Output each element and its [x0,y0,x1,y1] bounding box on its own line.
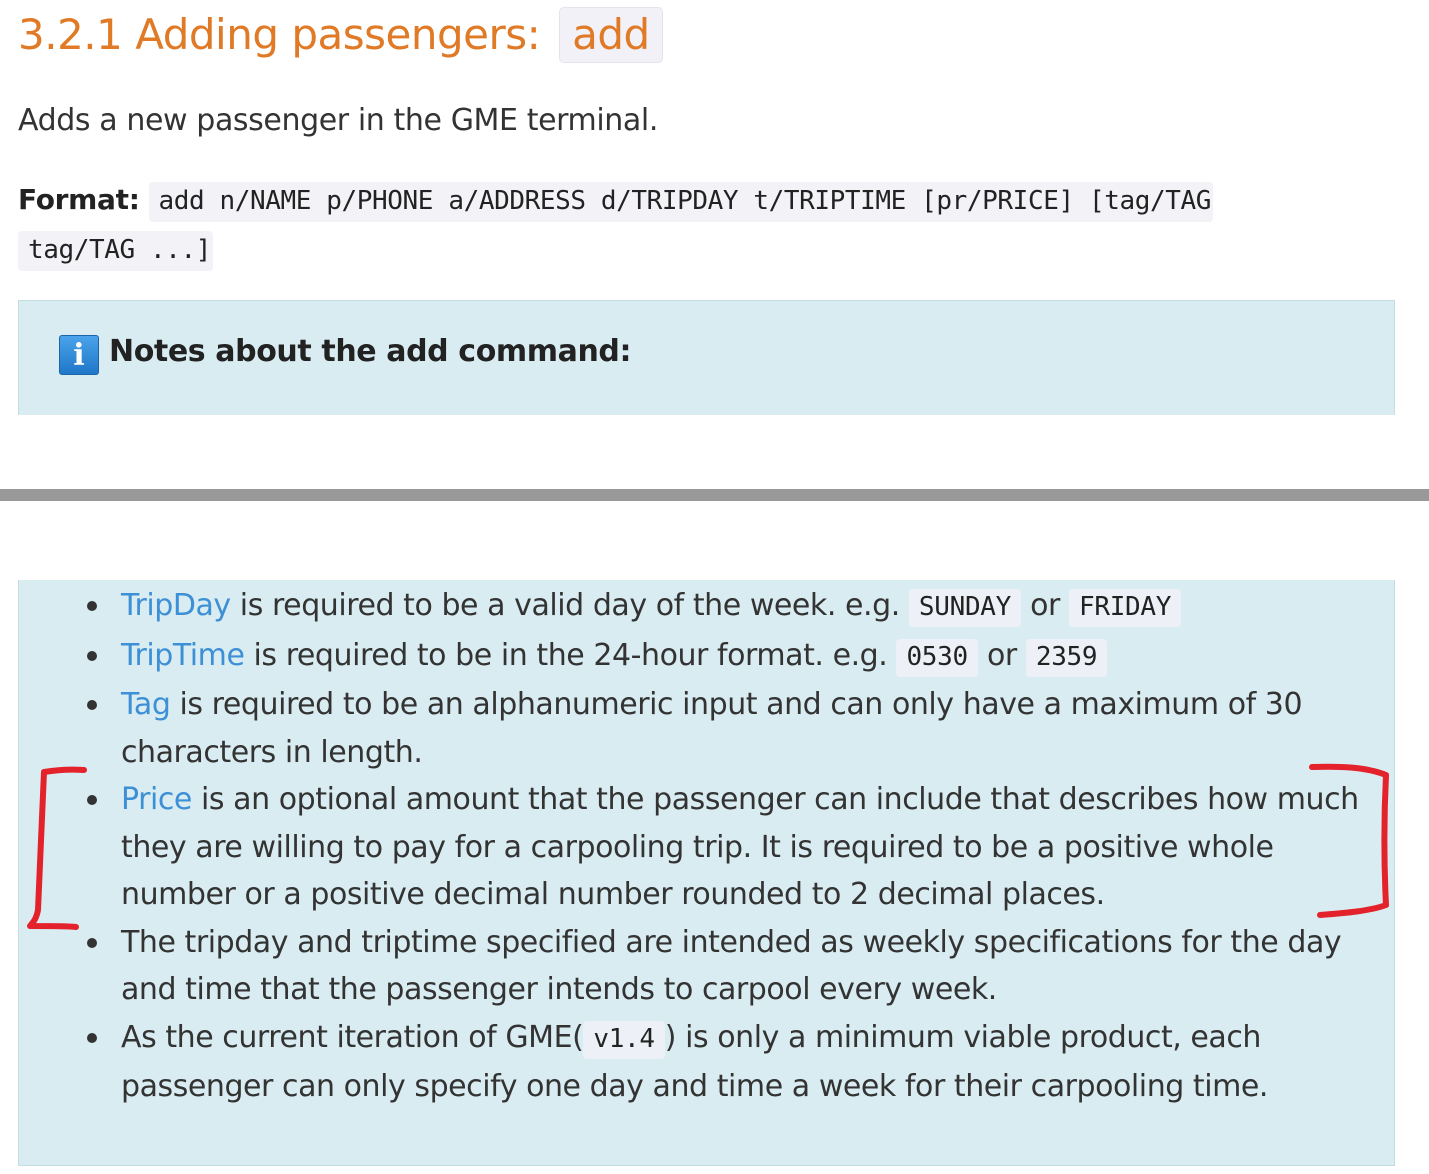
note-title: Notes about the add command: [109,334,632,369]
section-intro: Adds a new passenger in the GME terminal… [18,103,658,138]
info-icon: i [59,335,99,375]
list-item-text: is required to be a valid day of the wee… [230,588,909,623]
list-item-text: The tripday and triptime specified are i… [121,924,1342,1008]
list-item-weekly: The tripday and triptime specified are i… [87,919,1369,1014]
note-box-body: TripDay is required to be a valid day of… [18,580,1395,1166]
list-item-tag: Tag is required to be an alphanumeric in… [87,681,1369,776]
heading-code-add: add [559,7,663,63]
format-line: Format: add n/NAME p/PHONE a/ADDRESS d/T… [18,176,1318,274]
format-code: add n/NAME p/PHONE a/ADDRESS d/TRIPDAY t… [18,182,1213,271]
term-triptime[interactable]: TripTime [121,638,245,673]
code-friday: FRIDAY [1068,589,1182,627]
note-box-header: i Notes about the add command: [18,300,1395,415]
note-list: TripDay is required to be a valid day of… [19,582,1369,1111]
code-2359: 2359 [1025,638,1108,677]
list-item-price: Price is an optional amount that the pas… [87,776,1369,919]
term-tag[interactable]: Tag [121,687,171,722]
code-sunday: SUNDAY [908,589,1022,627]
section-heading: 3.2.1 Adding passengers: add [18,4,663,66]
format-label: Format: [18,183,140,216]
screenshot-divider [0,489,1429,501]
term-tripday[interactable]: TripDay [121,588,231,623]
list-item-text: is an optional amount that the passenger… [121,782,1359,912]
list-item-mvp: As the current iteration of GME(v1.4) is… [87,1014,1369,1111]
code-version: v1.4 [583,1020,665,1059]
list-item-triptime: TripTime is required to be in the 24-hou… [87,632,1369,682]
term-price[interactable]: Price [121,782,192,817]
code-0530: 0530 [896,638,978,677]
list-item-text: or [977,637,1026,673]
list-item-text: As the current iteration of GME( [121,1019,584,1055]
list-item-text: or [1021,588,1069,623]
list-item-tripday: TripDay is required to be a valid day of… [87,582,1369,632]
section-heading-text: 3.2.1 Adding passengers: [18,10,541,59]
list-item-text: is required to be in the 24-hour format.… [244,637,897,673]
section-add: 3.2.1 Adding passengers: add Adds a new … [0,0,1429,470]
list-item-text: is required to be an alphanumeric input … [121,687,1303,770]
